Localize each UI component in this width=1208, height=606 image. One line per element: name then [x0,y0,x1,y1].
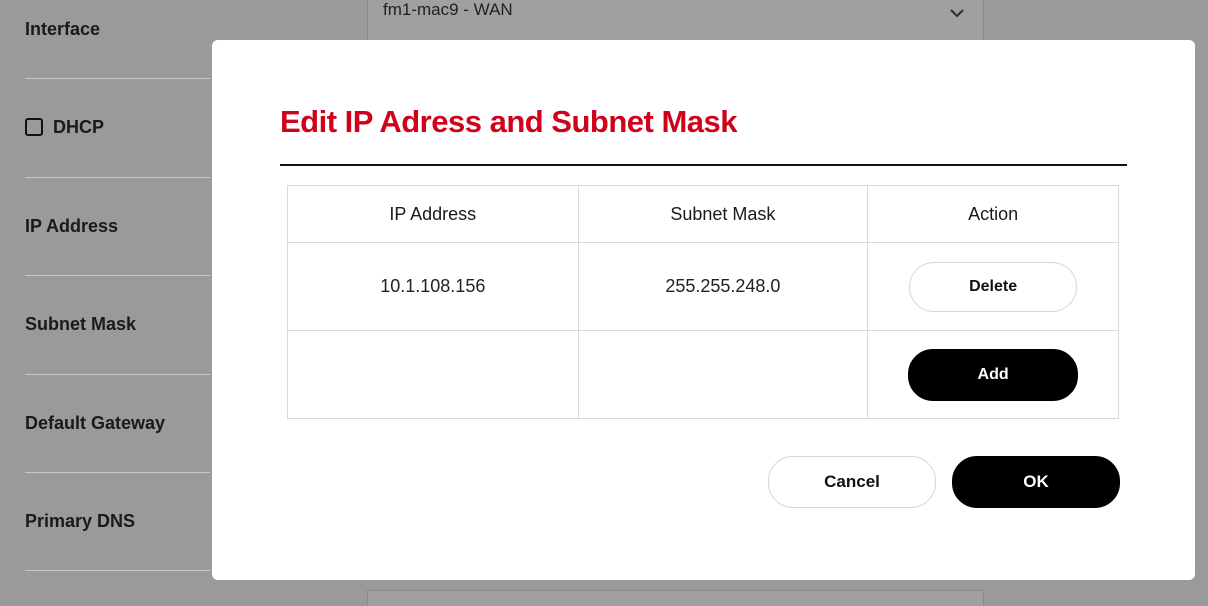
delete-button[interactable]: Delete [909,261,1078,312]
dhcp-checkbox[interactable] [25,118,43,136]
action-cell: Delete [867,242,1119,331]
dhcp-label: DHCP [53,116,105,137]
default-gateway-label: Default Gateway [25,412,166,433]
chevron-down-icon [950,9,964,18]
dhcp-row[interactable]: DHCP [25,78,210,176]
column-header-action: Action [867,185,1119,243]
primary-dns-label: Primary DNS [25,510,136,531]
column-header-subnet-mask: Subnet Mask [577,185,869,243]
ip-address-label: IP Address [25,215,119,236]
action-cell: Add [867,330,1119,419]
add-button[interactable]: Add [908,348,1079,401]
interface-label: Interface [25,18,101,39]
interface-select[interactable]: fm1-mac9 - WAN [367,0,984,43]
subnet-mask-label: Subnet Mask [25,313,137,334]
table-header-row: IP Address Subnet Mask Action [287,185,1119,243]
ok-button[interactable]: OK [952,456,1120,508]
interface-select-value: fm1-mac9 - WAN [383,0,513,19]
table-add-row: Add [287,330,1119,419]
column-header-ip-address: IP Address [287,185,579,243]
row-divider [25,570,210,571]
title-divider [280,164,1127,166]
subnet-mask-cell: 255.255.248.0 [577,242,869,331]
empty-cell [577,330,869,419]
empty-cell [287,330,579,419]
ip-address-table: IP Address Subnet Mask Action 10.1.108.1… [287,185,1119,419]
edit-ip-dialog: Edit IP Adress and Subnet Mask IP Addres… [212,40,1195,580]
ip-address-cell: 10.1.108.156 [287,242,579,331]
bottom-input-field[interactable] [367,590,984,606]
cancel-button[interactable]: Cancel [768,456,936,508]
table-row: 10.1.108.156 255.255.248.0 Delete [287,242,1119,331]
dialog-title: Edit IP Adress and Subnet Mask [280,104,738,139]
